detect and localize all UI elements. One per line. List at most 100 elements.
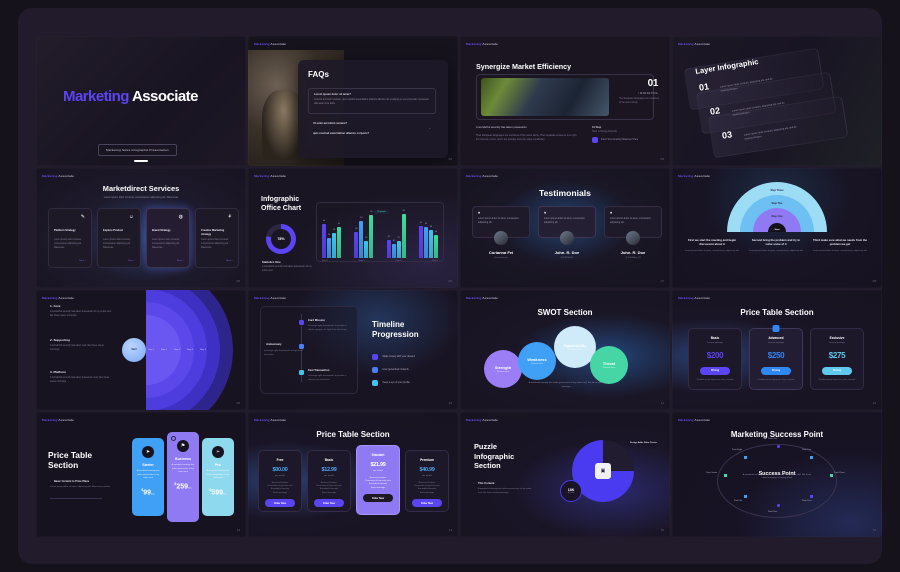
radial-step-label: Step 5 bbox=[200, 349, 207, 351]
plan-button[interactable]: Pricing bbox=[761, 366, 791, 375]
slide-subtitle: Lorem ipsum dolor sit amet, consectetuer… bbox=[103, 196, 179, 199]
success-point-label: Point Five bbox=[768, 511, 778, 513]
plan-card-basic[interactable]: Basic $12.99 per month Business Features… bbox=[307, 450, 351, 512]
slide-price-table-four[interactable]: Marketing Associate Price Table Section … bbox=[248, 412, 458, 537]
service-card[interactable]: ☺ Explore Product Lorem ipsum dolor sit … bbox=[97, 208, 141, 268]
plan-features: Business Features Possession of my entir… bbox=[414, 481, 440, 494]
shield-icon: ◍ bbox=[178, 214, 183, 220]
success-point-dot[interactable] bbox=[810, 495, 813, 498]
swot-circle-weakness[interactable]: Weakness Process Two bbox=[518, 342, 556, 380]
slide-synergize[interactable]: Marketing Associate Synergize Market Eff… bbox=[460, 36, 670, 166]
slide-title[interactable]: Marketing Associate Marketing Sales Info… bbox=[36, 36, 246, 166]
plan-card-standart[interactable]: Standart $21.99 per month Business Featu… bbox=[356, 445, 400, 515]
plan-card-premium[interactable]: Premium $40.99 per month Business Featur… bbox=[405, 450, 449, 512]
person-icon: ⚘ bbox=[227, 214, 232, 220]
plan-card-free[interactable]: Free $00.00 per month Business Features … bbox=[258, 450, 302, 512]
radial-item-body: A wonderful serenity has taken soul, lik… bbox=[50, 345, 104, 352]
timeline-body-1: Leverage agile frameworks to provide a r… bbox=[308, 325, 348, 331]
success-point-dot[interactable] bbox=[777, 445, 780, 448]
testimonial-name: Corianna Fei bbox=[488, 250, 514, 255]
service-text: Lorem ipsum dolor sit amet, consectetuer… bbox=[152, 239, 180, 249]
page-number: 15 bbox=[660, 528, 664, 532]
slide-radial-steps[interactable]: Marketing Associate Start Step 5 Step 4 St… bbox=[36, 290, 246, 410]
plan-button[interactable]: Order Now bbox=[265, 499, 295, 508]
brand-second: Associate bbox=[270, 418, 286, 422]
arc-column-body: Lorem ipsum dolor sit amet, consectetuer… bbox=[812, 250, 868, 253]
plan-button[interactable]: Pricing bbox=[822, 366, 852, 375]
suffix: /mo bbox=[188, 486, 192, 489]
page-number: 07 bbox=[660, 279, 664, 283]
slide-price-table-cards[interactable]: Marketing Associate Price Table Section … bbox=[36, 412, 246, 537]
faq-item-3[interactable]: quis nostrud exercitation ullamco corpor… bbox=[313, 132, 369, 135]
layer-number-1: 01 bbox=[698, 81, 710, 93]
slide-testimonials[interactable]: Marketing Associate Testimonials ❝ Lorem… bbox=[460, 168, 670, 288]
slide-office-chart[interactable]: Marketing Associate Infographic Office C… bbox=[248, 168, 458, 288]
brand-second: Associate bbox=[694, 296, 710, 300]
radial-item-head: 3. Platform bbox=[50, 370, 66, 374]
page-number: 02 bbox=[448, 157, 452, 161]
plan-card-advanced[interactable]: Advanced Lesson package $250 Pricing Pro… bbox=[749, 325, 803, 390]
page-number: 13 bbox=[236, 528, 240, 532]
suffix: /mo bbox=[151, 492, 155, 495]
service-cards: ✎ Platform Strategy Lorem ipsum dolor si… bbox=[48, 208, 239, 268]
service-link[interactable]: More + bbox=[177, 260, 184, 262]
heading-line1: Infographic bbox=[261, 196, 300, 203]
swot-circle-strength[interactable]: Strength Process One bbox=[484, 350, 522, 388]
plan-button[interactable]: Order Now bbox=[363, 494, 393, 503]
amount: 259 bbox=[176, 482, 188, 490]
chevron-down-icon[interactable]: ⌄ bbox=[428, 126, 431, 130]
plan-row: Free $00.00 per month Business Features … bbox=[258, 445, 449, 515]
success-point-dot[interactable] bbox=[744, 495, 747, 498]
brand-second: Associate bbox=[482, 174, 498, 178]
plan-card-basic[interactable]: Basic Lesson package $200 Pricing Proide… bbox=[688, 328, 742, 390]
bar-value: 58 bbox=[402, 209, 405, 212]
slide-timeline[interactable]: Marketing Associate Card Mission Leverag… bbox=[248, 290, 458, 410]
arc-column: Second bring the problem and try to solv… bbox=[748, 238, 804, 254]
slide-success-point[interactable]: Marketing Associate Marketing Success Po… bbox=[672, 412, 882, 537]
slide-price-table-three[interactable]: Marketing Associate Price Table Section … bbox=[672, 290, 882, 410]
plan-card-starter[interactable]: ➤ Starter A wonderful serenity has taken… bbox=[132, 438, 164, 516]
plan-card-business[interactable]: ⚑ Business A wonderful serenity has take… bbox=[167, 432, 199, 522]
slide-arc-steps[interactable]: Marketing Associate Step Three Step Two … bbox=[672, 168, 882, 288]
radial-step-label: Step 3 bbox=[174, 349, 181, 351]
plan-card-pro[interactable]: ➢ Pro A wonderful serenity has taken pos… bbox=[202, 438, 234, 516]
slide-heading: Price Table Section bbox=[740, 308, 814, 317]
bar-value: 32 bbox=[332, 229, 336, 232]
success-point-dot[interactable] bbox=[777, 504, 780, 507]
slide-faqs[interactable]: Marketing Associate FAQs Lorem ipsum dol… bbox=[248, 36, 458, 166]
service-card[interactable]: ✎ Platform Strategy Lorem ipsum dolor si… bbox=[48, 208, 92, 268]
heading-line1: Puzzle bbox=[474, 442, 497, 451]
plan-button[interactable]: Order Now bbox=[412, 499, 442, 508]
plan-button[interactable]: Order Now bbox=[314, 499, 344, 508]
service-link[interactable]: More + bbox=[128, 260, 135, 262]
faq-panel: FAQs Lorem ipsum dolor sit amet? Ut enim… bbox=[298, 60, 448, 158]
slide-heading: Synergize Market Efficiency bbox=[476, 62, 572, 71]
brand-mark: Marketing Associate bbox=[42, 174, 74, 178]
slide-swot[interactable]: Marketing Associate SWOT Section Strengt… bbox=[460, 290, 670, 410]
swot-sub: Process Four bbox=[602, 367, 616, 369]
hero-photo bbox=[481, 78, 609, 116]
quote-icon: ❝ bbox=[478, 211, 481, 216]
success-point-dot[interactable] bbox=[724, 474, 727, 477]
faq-item-open[interactable]: Lorem ipsum dolor sit amet? Ut enim ad m… bbox=[308, 88, 436, 114]
slide-puzzle-infographic[interactable]: Marketing Associate Puzzle Infographic S… bbox=[460, 412, 670, 537]
success-point-dot[interactable] bbox=[830, 474, 833, 477]
plan-period: per month bbox=[373, 469, 383, 472]
body-text: Their European languages are members of … bbox=[476, 134, 578, 142]
success-point-dot[interactable] bbox=[744, 456, 747, 459]
swot-circle-threat[interactable]: Threat Process Four bbox=[590, 346, 628, 384]
slide-marketdirect-services[interactable]: Marketing Associate Marketdirect Service… bbox=[36, 168, 246, 288]
plan-button[interactable]: Pricing bbox=[700, 366, 730, 375]
success-point-dot[interactable] bbox=[810, 456, 813, 459]
plan-features: Business Features Possession of my entir… bbox=[267, 481, 293, 494]
service-card[interactable]: ◍ Brand Strategy Lorem ipsum dolor sit a… bbox=[146, 208, 190, 268]
brand-mark: Marketing Associate bbox=[678, 418, 710, 422]
faq-item-2[interactable]: Ut enim ad minim veniam? bbox=[313, 122, 347, 125]
kpi-badge: 18K All value bbox=[560, 480, 582, 502]
service-card[interactable]: ⚘ Creative Marketing strategy Lorem ipsu… bbox=[195, 208, 239, 268]
radial-step-label: Step 4 bbox=[187, 349, 194, 351]
plan-card-exclusive[interactable]: Exclusive Lesson package $275 Pricing Pr… bbox=[810, 328, 864, 390]
slide-layer-infographic[interactable]: Marketing Associate Layer Infographic 01… bbox=[672, 36, 882, 166]
service-link[interactable]: More + bbox=[79, 260, 86, 262]
service-link[interactable]: More + bbox=[226, 260, 233, 262]
